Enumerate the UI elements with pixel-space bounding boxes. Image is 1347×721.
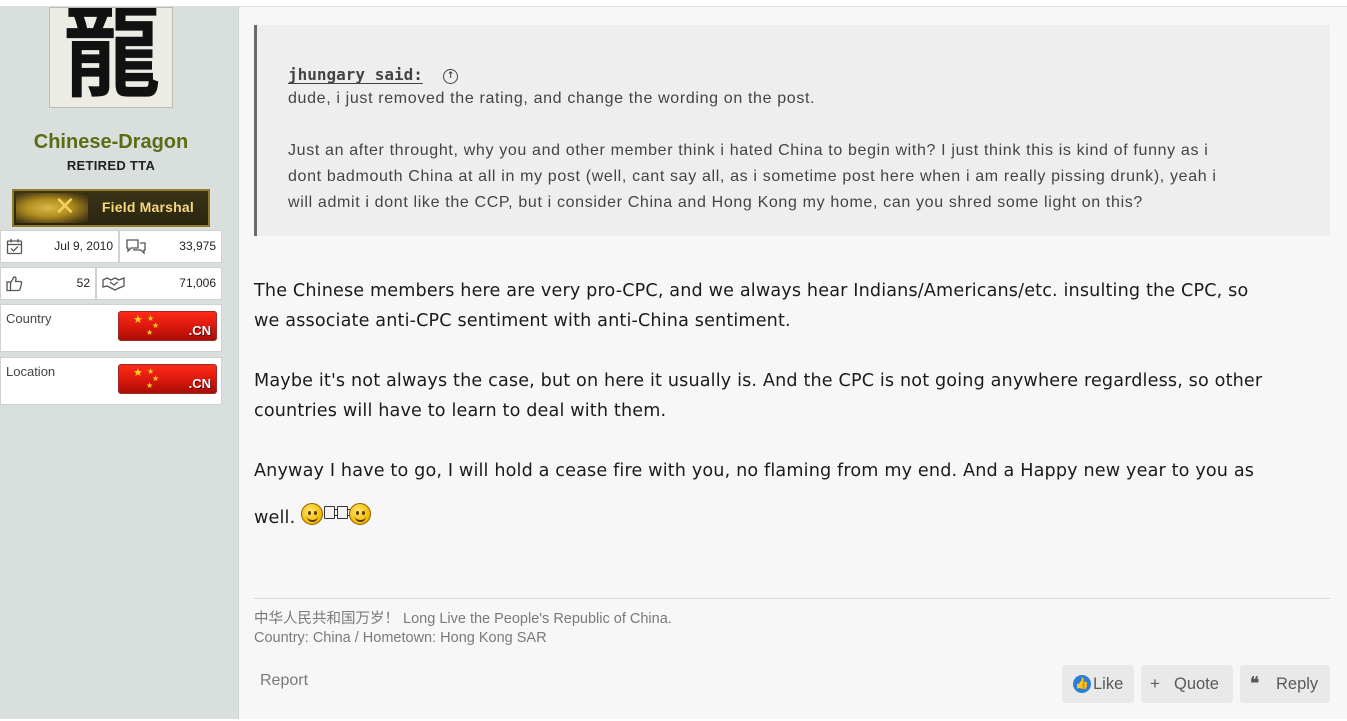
user-title: RETIRED TTA <box>66 158 156 173</box>
message-line: countries will have to learn to deal wit… <box>254 401 667 421</box>
joined-stat: Jul 9, 2010 <box>0 230 119 263</box>
handshake-icon <box>102 275 125 293</box>
reactions-stat: 52 <box>0 267 96 300</box>
points-count: 71,006 <box>179 276 216 290</box>
quote-block: jhungary said: ↑ dude, i just removed th… <box>254 25 1330 236</box>
quote-line: will admit i dont like the CCP, but i co… <box>288 194 1143 211</box>
quote-label: Quote <box>1174 675 1219 693</box>
username[interactable]: Chinese-Dragon <box>0 131 222 154</box>
messages-count: 33,975 <box>179 239 216 253</box>
message-line: well. <box>254 508 296 528</box>
avatar-glyph: 龍 <box>64 7 160 108</box>
like-label: Like <box>1093 675 1124 693</box>
calendar-icon <box>6 238 24 256</box>
thumbs-up-icon <box>6 275 24 293</box>
reply-button[interactable]: ❝ Reply <box>1240 665 1330 703</box>
china-flag-image: ★ ★ ★ ★ .CN <box>118 364 217 394</box>
message-last-line: well. <box>254 503 1334 533</box>
smiley-icon <box>349 503 372 525</box>
joined-date: Jul 9, 2010 <box>54 239 113 253</box>
quote-line: Just an after throught, why you and othe… <box>288 142 1209 159</box>
quote-author-link[interactable]: jhungary said: <box>288 65 423 84</box>
location-box: Location ★ ★ ★ ★ .CN <box>0 357 222 405</box>
user-sidebar: 龍 Chinese-Dragon RETIRED TTA ✕ Field Mar… <box>0 7 239 719</box>
quote-line: dont badmouth China at all in my post (w… <box>288 168 1217 185</box>
reply-label: Reply <box>1276 675 1319 693</box>
beer-mug-icon <box>324 506 340 519</box>
message-line: The Chinese members here are very pro-CP… <box>254 281 1249 301</box>
signature-divider <box>254 598 1330 599</box>
crossed-swords-icon: ✕ <box>54 192 76 222</box>
quote-button[interactable]: + Quote <box>1141 665 1233 703</box>
rank-banner: ✕ Field Marshal <box>12 189 210 227</box>
rank-label: Field Marshal <box>101 199 194 215</box>
message-line: we associate anti-CPC sentiment with ant… <box>254 311 791 331</box>
circle-arrow-up-icon[interactable]: ↑ <box>443 69 458 84</box>
reply-quote-icon: ❝ <box>1250 674 1260 694</box>
thumbs-up-icon: 👍 <box>1073 675 1091 693</box>
like-button[interactable]: 👍 Like <box>1062 665 1134 703</box>
china-flag-image: ★ ★ ★ ★ .CN <box>118 311 217 341</box>
plus-icon: + <box>1150 674 1160 693</box>
post-body: jhungary said: ↑ dude, i just removed th… <box>239 7 1347 719</box>
location-label: Location <box>6 364 56 379</box>
points-stat: 71,006 <box>96 267 222 300</box>
reactions-count: 52 <box>76 276 90 290</box>
rank-emblem-icon <box>16 193 88 223</box>
country-box: Country ★ ★ ★ ★ .CN <box>0 304 222 352</box>
smiley-icon <box>301 503 324 525</box>
post-container: 龍 Chinese-Dragon RETIRED TTA ✕ Field Mar… <box>0 6 1347 719</box>
quote-paragraph: dude, i just removed the rating, and cha… <box>288 90 816 107</box>
country-label: Country <box>6 311 52 326</box>
speech-bubbles-icon <box>125 238 146 256</box>
signature-line: 中华人民共和国万岁！ Long Live the People's Republ… <box>254 611 672 627</box>
message-line: Maybe it's not always the case, but on h… <box>254 371 1263 391</box>
messages-stat: 33,975 <box>119 230 222 263</box>
beer-mug-icon <box>337 506 353 519</box>
location-flag-text: .CN <box>188 376 211 391</box>
report-link[interactable]: Report <box>260 672 308 690</box>
message-line: Anyway I have to go, I will hold a cease… <box>254 461 1255 481</box>
signature-line: Country: China / Hometown: Hong Kong SAR <box>254 630 547 646</box>
avatar[interactable]: 龍 <box>49 7 173 108</box>
country-flag-text: .CN <box>188 323 211 338</box>
